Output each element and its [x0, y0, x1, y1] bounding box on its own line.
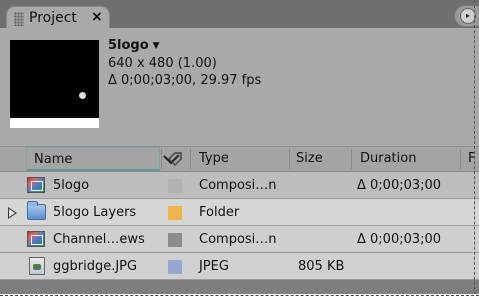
- item-size: 805 KB: [298, 259, 345, 274]
- panel-bottom-edge: [0, 295, 479, 296]
- tab-title: Project: [29, 10, 77, 26]
- close-icon[interactable]: ×: [91, 9, 103, 25]
- table-row[interactable]: Channel…ews Composi…n Δ 0;00;03;00: [0, 226, 479, 253]
- label-color-swatch[interactable]: [168, 206, 182, 220]
- item-name: ggbridge.JPG: [53, 259, 138, 274]
- label-color-swatch[interactable]: [168, 233, 182, 247]
- image-icon: [29, 257, 45, 275]
- label-color-swatch[interactable]: [168, 260, 182, 274]
- table-row[interactable]: 5logo Layers Folder: [0, 199, 479, 226]
- composition-thumbnail: [10, 40, 99, 118]
- info-comp-name[interactable]: 5logo ▼: [108, 38, 160, 53]
- column-separator[interactable]: [289, 149, 290, 169]
- item-info-area: 5logo ▼ 640 x 480 (1.00) Δ 0;00;03;00, 29…: [0, 28, 479, 146]
- folder-icon: [27, 201, 46, 220]
- name-column-header[interactable]: Name: [26, 147, 179, 171]
- panel-tab-bar: Project × ▸: [0, 0, 479, 30]
- item-name: 5logo Layers: [53, 205, 137, 220]
- grip-icon[interactable]: [14, 12, 24, 26]
- panel-right-edge: [474, 0, 475, 294]
- disclosure-triangle-icon[interactable]: [8, 207, 17, 219]
- thumbnail-dot: [79, 92, 86, 99]
- item-duration: Δ 0;00;03;00: [357, 178, 442, 193]
- size-column-header[interactable]: Size: [296, 147, 323, 171]
- column-separator[interactable]: [460, 149, 461, 169]
- column-separator[interactable]: [190, 149, 191, 169]
- column-separator[interactable]: [351, 149, 352, 169]
- type-column-header[interactable]: Type: [199, 147, 229, 171]
- name-header-label: Name: [34, 152, 73, 167]
- table-row[interactable]: 5logo Composi…n Δ 0;00;03;00: [0, 172, 479, 199]
- item-name: 5logo: [53, 178, 90, 193]
- item-type: Composi…n: [199, 232, 277, 247]
- column-header-row: Name Type Size Duration F: [0, 146, 479, 172]
- item-type: Composi…n: [199, 178, 277, 193]
- info-duration-fps: Δ 0;00;03;00, 29.97 fps: [108, 73, 262, 88]
- item-type: Folder: [199, 205, 240, 220]
- item-name: Channel…ews: [53, 232, 145, 247]
- column-separator[interactable]: [161, 149, 162, 169]
- table-row[interactable]: ggbridge.JPG JPEG 805 KB: [0, 253, 479, 280]
- composition-icon: [27, 231, 45, 247]
- item-duration: Δ 0;00;03;00: [357, 232, 442, 247]
- project-panel: Project × ▸ 5logo ▼ 640 x 480 (1.00) Δ 0;…: [0, 0, 479, 294]
- composition-icon: [27, 177, 45, 193]
- item-type: JPEG: [199, 259, 229, 274]
- thumbnail-footer: [10, 118, 99, 128]
- dropdown-arrow-icon[interactable]: ▼: [153, 41, 160, 51]
- info-dimensions: 640 x 480 (1.00): [108, 56, 217, 71]
- tag-icon[interactable]: [167, 151, 183, 171]
- label-color-swatch[interactable]: [168, 179, 182, 193]
- project-tab[interactable]: Project ×: [6, 6, 110, 30]
- info-comp-name-text: 5logo: [108, 38, 149, 53]
- panel-menu-button[interactable]: ▸: [454, 5, 479, 27]
- duration-column-header[interactable]: Duration: [360, 147, 416, 171]
